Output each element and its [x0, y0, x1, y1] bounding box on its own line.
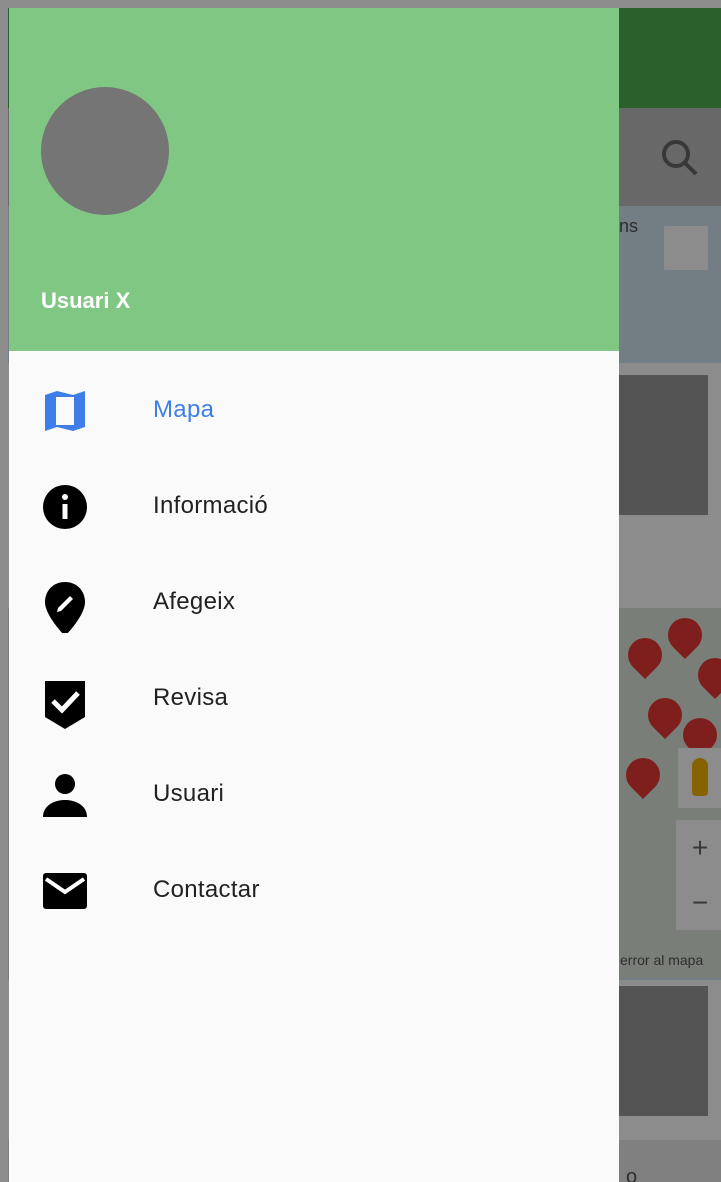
menu-item-mapa[interactable]: Mapa	[9, 363, 619, 459]
user-name: Usuari X	[41, 288, 131, 313]
menu-item-usuari[interactable]: Usuari	[9, 747, 619, 843]
verified-check-icon	[45, 681, 85, 729]
menu-item-label: Usuari	[153, 780, 225, 807]
info-icon	[43, 485, 87, 529]
menu-item-label: Revisa	[153, 684, 229, 711]
menu-item-label: Afegeix	[153, 588, 236, 615]
avatar[interactable]	[41, 87, 169, 215]
menu-item-informacio[interactable]: Informació	[9, 459, 619, 555]
menu-item-label: Contactar	[153, 876, 260, 903]
menu-item-contactar[interactable]: Contactar	[9, 843, 619, 939]
menu-item-label: Mapa	[153, 396, 215, 423]
edit-location-icon	[45, 582, 85, 633]
menu-item-revisa[interactable]: Revisa	[9, 651, 619, 747]
menu-item-label: Informació	[153, 492, 269, 519]
menu-item-afegeix[interactable]: Afegeix	[9, 555, 619, 651]
person-icon	[43, 774, 87, 817]
mail-icon	[43, 873, 87, 909]
map-icon	[45, 391, 85, 431]
navigation-drawer: Usuari X Mapa Informació Afegeix Revisa	[9, 8, 619, 1182]
drawer-header: Usuari X	[9, 8, 619, 351]
